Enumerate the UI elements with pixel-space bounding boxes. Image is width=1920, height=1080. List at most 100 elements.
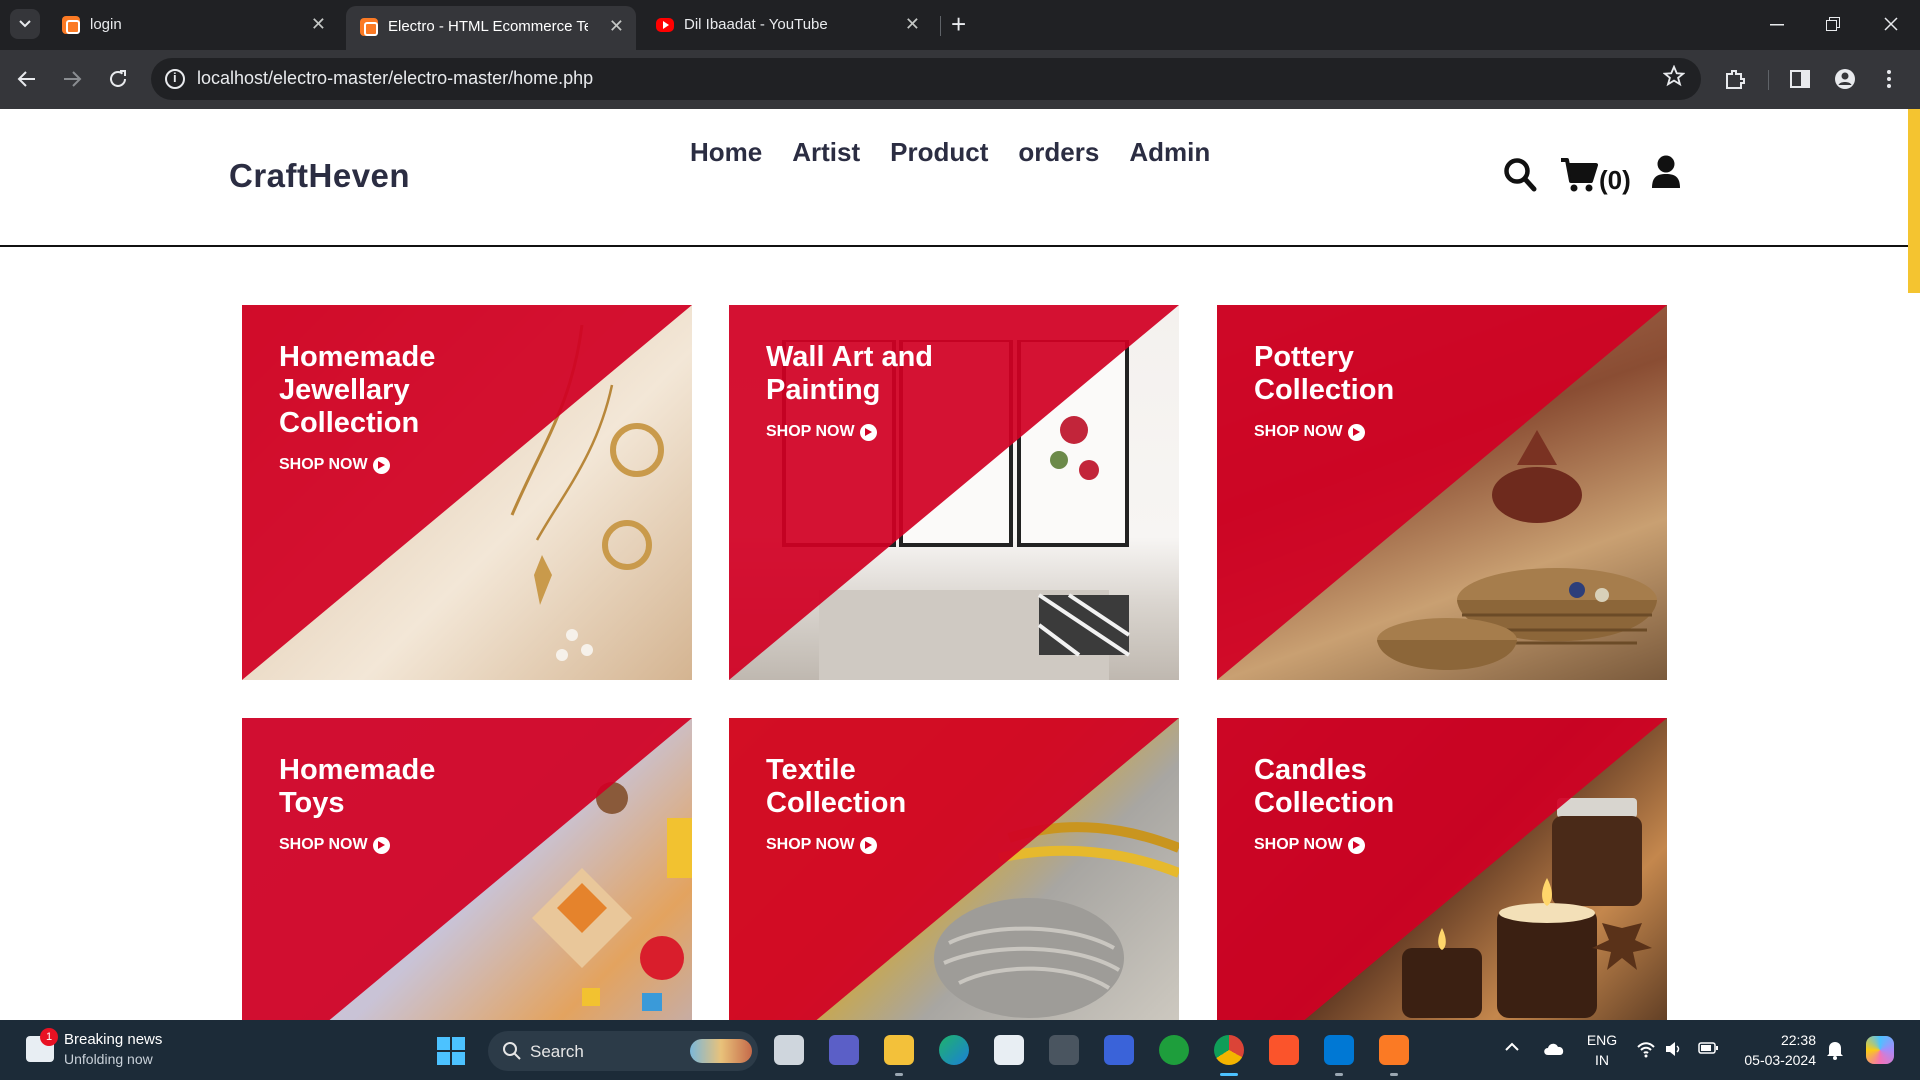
- card-title: Wall Art and Painting: [766, 341, 934, 406]
- app-icon-2[interactable]: [1104, 1035, 1134, 1065]
- arrow-circle-right-icon: [859, 423, 877, 441]
- language-indicator[interactable]: ENG IN: [1585, 1030, 1619, 1070]
- battery-icon[interactable]: [1698, 1042, 1718, 1054]
- volume-icon[interactable]: [1664, 1040, 1682, 1058]
- chevron-up-icon[interactable]: [1504, 1042, 1520, 1052]
- cart-count[interactable]: (0): [1599, 165, 1631, 196]
- collection-card-textile[interactable]: Textile Collection SHOP NOW: [729, 718, 1179, 1020]
- xbox-icon[interactable]: [1159, 1035, 1189, 1065]
- language-region: IN: [1595, 1052, 1609, 1068]
- task-view-icon[interactable]: [774, 1035, 804, 1065]
- running-indicator: [1390, 1073, 1398, 1076]
- site-logo[interactable]: CraftHeven: [229, 157, 410, 195]
- shop-now-link[interactable]: SHOP NOW: [766, 836, 877, 854]
- shop-now-link[interactable]: SHOP NOW: [1254, 423, 1365, 441]
- shop-now-label: SHOP NOW: [1254, 423, 1343, 440]
- shop-now-label: SHOP NOW: [766, 836, 855, 853]
- tab-youtube[interactable]: Dil Ibaadat - YouTube ✕: [642, 6, 932, 44]
- teams-icon[interactable]: [829, 1035, 859, 1065]
- nav-orders[interactable]: orders: [1018, 137, 1099, 168]
- app-icon[interactable]: [1049, 1035, 1079, 1065]
- menu-kebab-icon[interactable]: [1886, 68, 1892, 90]
- close-icon[interactable]: ✕: [609, 16, 624, 37]
- shop-now-link[interactable]: SHOP NOW: [279, 836, 390, 854]
- arrow-circle-right-icon: [1347, 423, 1365, 441]
- search-icon[interactable]: [1503, 157, 1537, 193]
- xampp-icon: [62, 16, 80, 34]
- collection-card-pottery[interactable]: Pottery Collection SHOP NOW: [1217, 305, 1667, 680]
- news-subtitle[interactable]: Unfolding now: [64, 1051, 153, 1067]
- youtube-icon: [656, 18, 674, 32]
- tab-login[interactable]: login ✕: [48, 6, 338, 44]
- language-code: ENG: [1586, 1032, 1618, 1048]
- start-button[interactable]: [437, 1037, 465, 1065]
- taskbar-search-label: Search: [530, 1042, 584, 1061]
- tab-label: Electro - HTML Ecommerce Template: [388, 18, 588, 35]
- close-icon[interactable]: ✕: [905, 14, 920, 35]
- shop-now-label: SHOP NOW: [279, 836, 368, 853]
- nav-home[interactable]: Home: [690, 137, 762, 168]
- restore-icon[interactable]: [1826, 17, 1840, 31]
- wifi-icon[interactable]: [1636, 1040, 1656, 1058]
- edge-icon[interactable]: [939, 1035, 969, 1065]
- card-title: Homemade Jewellary Collection: [279, 341, 436, 439]
- url-text[interactable]: localhost/electro-master/electro-master/…: [197, 68, 593, 89]
- xampp-icon[interactable]: [1379, 1035, 1409, 1065]
- user-icon[interactable]: [1651, 155, 1681, 189]
- close-window-icon[interactable]: [1884, 17, 1898, 31]
- new-tab-button[interactable]: +: [951, 10, 966, 38]
- shop-now-link[interactable]: SHOP NOW: [766, 423, 877, 441]
- side-panel-icon[interactable]: [1790, 69, 1810, 89]
- nav-artist[interactable]: Artist: [792, 137, 860, 168]
- cart-icon[interactable]: [1560, 157, 1598, 193]
- chrome-icon[interactable]: [1214, 1035, 1244, 1065]
- shop-now-link[interactable]: SHOP NOW: [279, 456, 390, 474]
- tab-electro[interactable]: Electro - HTML Ecommerce Template ✕: [346, 6, 636, 50]
- page-viewport: CraftHeven Home Artist Product orders Ad…: [0, 109, 1920, 1020]
- card-title: Pottery Collection: [1254, 341, 1395, 406]
- collection-card-wall-art[interactable]: Wall Art and Painting SHOP NOW: [729, 305, 1179, 680]
- address-bar[interactable]: localhost/electro-master/electro-master/…: [151, 58, 1701, 100]
- tab-separator: [940, 16, 941, 36]
- running-indicator: [1220, 1073, 1238, 1076]
- running-indicator: [1335, 1073, 1343, 1076]
- brave-icon[interactable]: [1269, 1035, 1299, 1065]
- card-title: Homemade Toys: [279, 754, 436, 819]
- scrollbar-thumb[interactable]: [1908, 109, 1920, 293]
- tab-search-button[interactable]: [10, 9, 40, 39]
- site-info-icon[interactable]: [165, 69, 185, 89]
- vscode-icon[interactable]: [1324, 1035, 1354, 1065]
- nav-admin[interactable]: Admin: [1129, 137, 1210, 168]
- close-icon[interactable]: ✕: [311, 14, 326, 35]
- forward-icon[interactable]: [62, 69, 82, 89]
- onedrive-icon[interactable]: [1542, 1040, 1566, 1056]
- clock-time: 22:38: [1780, 1032, 1816, 1048]
- system-clock[interactable]: 22:38 05-03-2024: [1744, 1030, 1816, 1070]
- windows-logo-icon: [437, 1037, 450, 1050]
- arrow-circle-right-icon: [859, 836, 877, 854]
- back-icon[interactable]: [17, 69, 37, 89]
- collection-card-jewellery[interactable]: Homemade Jewellary Collection SHOP NOW: [242, 305, 692, 680]
- taskbar-search[interactable]: Search: [488, 1031, 758, 1071]
- extensions-icon[interactable]: [1724, 68, 1746, 90]
- collection-card-candles[interactable]: Candles Collection SHOP NOW: [1217, 718, 1667, 1020]
- arrow-circle-right-icon: [1347, 836, 1365, 854]
- news-title[interactable]: Breaking news: [64, 1031, 162, 1048]
- search-highlight-image: [690, 1039, 752, 1063]
- file-explorer-icon[interactable]: [884, 1035, 914, 1065]
- copilot-icon[interactable]: [1866, 1036, 1894, 1064]
- minimize-icon[interactable]: [1770, 24, 1784, 26]
- browser-toolbar: localhost/electro-master/electro-master/…: [0, 50, 1920, 109]
- collection-card-toys[interactable]: Homemade Toys SHOP NOW: [242, 718, 692, 1020]
- shop-now-label: SHOP NOW: [279, 456, 368, 473]
- card-title: Textile Collection: [766, 754, 907, 819]
- bookmark-star-icon[interactable]: [1663, 65, 1685, 87]
- reload-icon[interactable]: [107, 68, 129, 90]
- notification-bell-icon[interactable]: [1826, 1040, 1844, 1060]
- profile-icon[interactable]: [1834, 68, 1856, 90]
- toolbar-divider: [1768, 70, 1769, 90]
- shop-now-label: SHOP NOW: [1254, 836, 1343, 853]
- microsoft-store-icon[interactable]: [994, 1035, 1024, 1065]
- nav-product[interactable]: Product: [890, 137, 988, 168]
- shop-now-link[interactable]: SHOP NOW: [1254, 836, 1365, 854]
